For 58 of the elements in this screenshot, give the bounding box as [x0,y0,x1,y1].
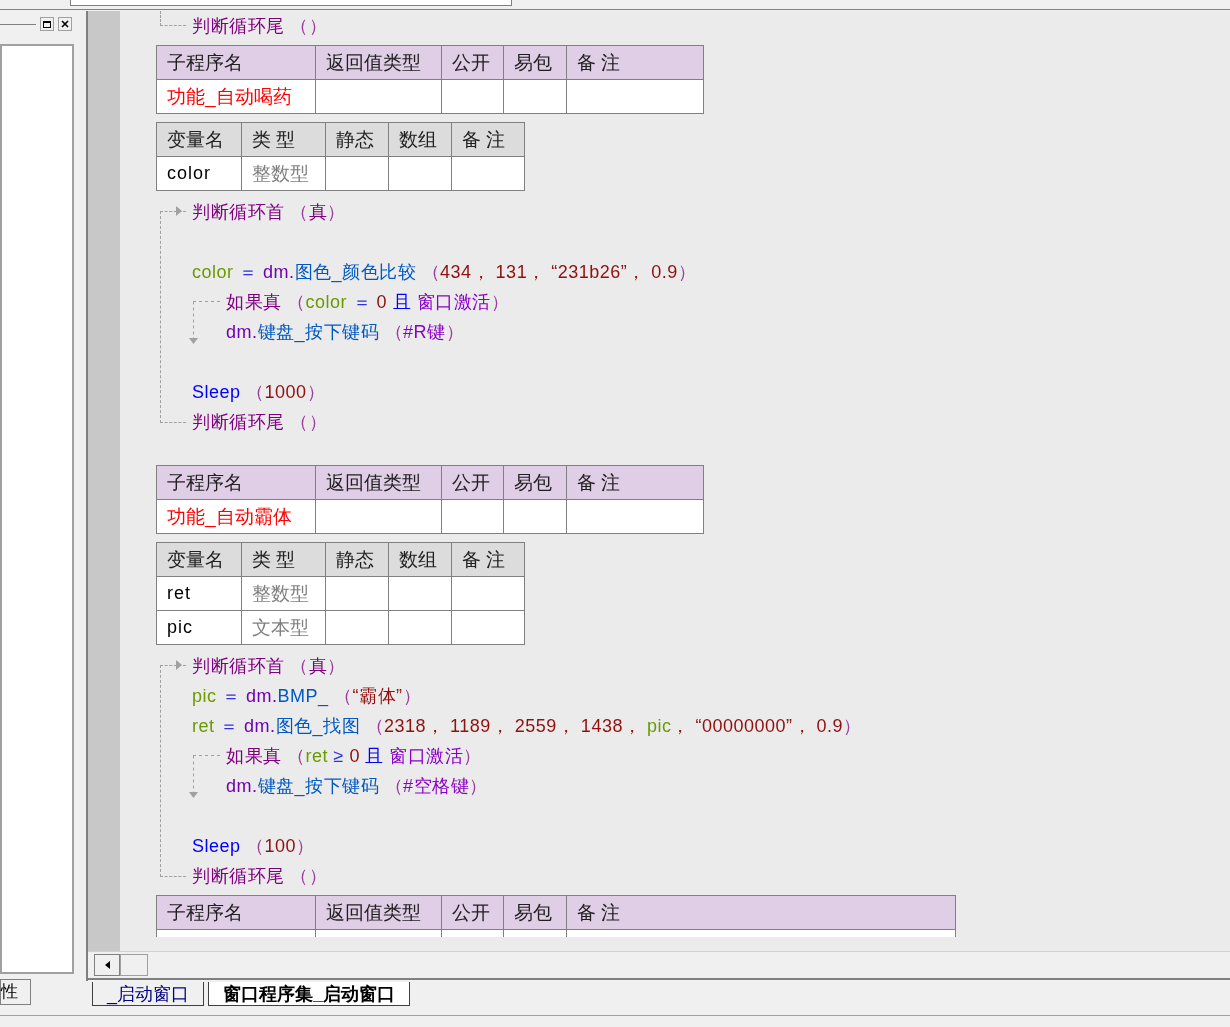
file-tab[interactable]: _启动窗口 [92,982,204,1006]
code-line: 判断循环尾 （） [192,865,328,888]
file-tab[interactable]: 窗口程序集_启动窗口 [208,982,411,1006]
column-header: 返回值类型 [315,46,441,79]
column-header: 静态 [325,123,388,156]
column-header: 易包 [503,896,566,929]
table-cell-text: ret [166,582,192,605]
table-cell: 整数型 [241,157,325,190]
properties-tab[interactable]: 性 [0,979,31,1005]
column-header: 易包 [503,46,566,79]
column-header: 备 注 [566,466,703,499]
column-header: 子程序名 [166,901,244,925]
code-line: 如果真 （color ＝ 0 且 窗口激活） [226,291,511,314]
column-header: 公开 [441,896,503,929]
branch-connector [188,301,222,345]
code-line: dm.键盘_按下键码 （#R键） [226,321,466,345]
code-line: color ＝ dm.图色_颜色比较 （434， 131， “231b26”， 0.9） [192,261,698,285]
code-line: pic ＝ dm.BMP_ （“霸体”） [192,685,423,709]
column-header: 公开 [441,466,503,499]
column-header: 数组 [388,123,451,156]
column-header: 子程序名 [166,51,244,75]
column-header: 类 型 [241,543,325,576]
column-header: 数组 [388,543,451,576]
column-header: 备 注 [451,123,524,156]
code-line: Sleep （1000） [192,381,327,404]
table-cell-text: 功能_自动霸体 [166,505,293,530]
column-header: 静态 [325,543,388,576]
column-header: 类 型 [241,123,325,156]
code-line: ret ＝ dm.图色_找图 （2318， 1189， 2559， 1438， pic， “00000000”， 0.9） [192,715,863,739]
code-line: Sleep （100） [192,835,316,858]
left-arrow-icon [104,961,110,969]
column-header: 公开 [441,46,503,79]
code-line: 如果真 （ret ≥ 0 且 窗口激活） [226,745,483,768]
maximize-button[interactable] [40,17,54,31]
loop-connector [160,11,186,26]
code-line: 判断循环尾 （） [192,15,328,38]
column-header: 备 注 [566,896,955,929]
branch-connector [188,755,222,799]
code-line: dm.键盘_按下键码 （#空格键） [226,775,489,799]
column-header: 备 注 [566,46,703,79]
scroll-thumb[interactable] [120,954,148,976]
column-header: 返回值类型 [315,466,441,499]
code-line: 判断循环首 （真） [192,201,347,224]
column-header: 子程序名 [166,471,244,495]
table-cell-text: color [166,162,212,185]
column-header: 易包 [503,466,566,499]
table-cell: 文本型 [241,611,325,644]
column-header: 备 注 [451,543,524,576]
table-cell-text: 功能_自动喝药 [166,85,293,110]
scroll-left-button[interactable] [94,954,120,976]
close-button[interactable] [58,17,72,31]
code-line: 判断循环尾 （） [192,411,328,434]
table-cell: 整数型 [241,577,325,610]
table-cell-text: pic [166,616,194,639]
column-header: 变量名 [166,128,225,152]
column-header: 返回值类型 [315,896,441,929]
code-line: 判断循环首 （真） [192,655,347,678]
column-header: 变量名 [166,548,225,572]
